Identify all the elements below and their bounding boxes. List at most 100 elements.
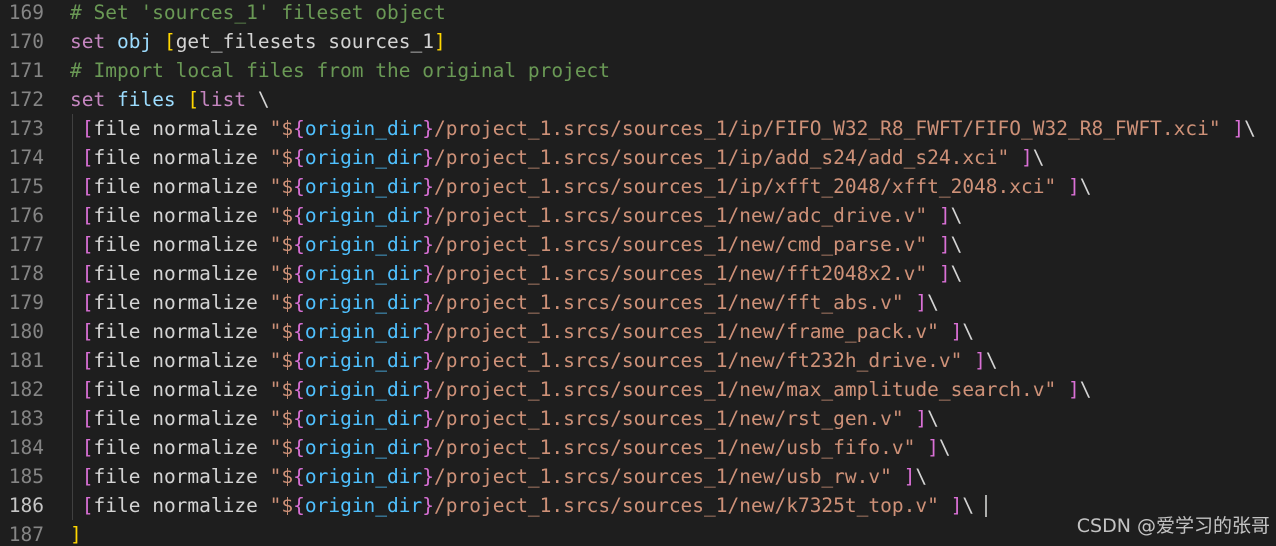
code-editor[interactable]: 169 # Set 'sources_1' fileset object 170 se… <box>0 0 1276 546</box>
code-token: " <box>1044 175 1068 198</box>
code-token: " <box>891 291 916 314</box>
code-text: [file normalize "${origin_dir}/project_1… <box>70 404 939 433</box>
code-token: \ <box>1032 146 1045 169</box>
code-token: " <box>269 378 282 401</box>
code-line[interactable]: 180 [file normalize "${origin_dir}/proje… <box>0 317 1276 346</box>
code-token: " <box>915 262 939 285</box>
code-token: " <box>269 117 282 140</box>
code-token: \ <box>257 88 270 111</box>
code-line[interactable]: 178 [file normalize "${origin_dir}/proje… <box>0 259 1276 288</box>
code-token: } <box>422 349 435 372</box>
code-token: file normalize <box>93 494 270 517</box>
code-token: " <box>997 146 1022 169</box>
text-cursor <box>985 495 987 517</box>
code-token: $ <box>281 117 294 140</box>
code-token: file normalize <box>93 146 270 169</box>
code-line[interactable]: 185 [file normalize "${origin_dir}/proje… <box>0 462 1276 491</box>
code-line[interactable]: 182 [file normalize "${origin_dir}/proje… <box>0 375 1276 404</box>
line-number: 171 <box>8 59 44 82</box>
code-line[interactable]: 176 [file normalize "${origin_dir}/proje… <box>0 201 1276 230</box>
code-token: $ <box>281 320 294 343</box>
code-token: " <box>269 494 282 517</box>
code-token: $ <box>281 494 294 517</box>
line-number: 170 <box>8 30 44 53</box>
code-line[interactable]: 172 set files [list \ <box>0 85 1276 114</box>
line-number: 169 <box>8 1 44 24</box>
code-token: [ <box>81 262 94 285</box>
file-path: /project_1.srcs/sources_1/new/cmd_parse.… <box>434 233 916 256</box>
code-text: [file normalize "${origin_dir}/project_1… <box>70 114 1256 143</box>
code-token: $ <box>281 233 294 256</box>
csdn-watermark: CSDN @爱学习的张哥 <box>1076 515 1270 537</box>
code-token: origin_dir <box>304 262 423 285</box>
code-token: } <box>422 146 435 169</box>
code-token: } <box>422 291 435 314</box>
code-token: { <box>293 291 305 314</box>
code-line[interactable]: 177 [file normalize "${origin_dir}/proje… <box>0 230 1276 259</box>
code-token: [ <box>81 494 94 517</box>
code-text: ] <box>70 520 82 546</box>
line-number: 179 <box>8 291 44 314</box>
code-text: # Set 'sources_1' fileset object <box>70 0 446 27</box>
code-token: [ <box>81 407 94 430</box>
code-token: file normalize <box>93 407 270 430</box>
code-token: ] <box>915 291 928 314</box>
line-number: 173 <box>8 117 44 140</box>
code-line[interactable]: 169 # Set 'sources_1' fileset object <box>0 0 1276 27</box>
code-token: { <box>293 407 305 430</box>
code-text: [file normalize "${origin_dir}/project_1… <box>70 346 998 375</box>
code-token: origin_dir <box>304 494 423 517</box>
code-token: { <box>293 117 305 140</box>
code-token: ] <box>938 262 951 285</box>
code-token: $ <box>281 465 294 488</box>
code-token: file normalize <box>93 204 270 227</box>
code-line[interactable]: 171 # Import local files from the origina… <box>0 56 1276 85</box>
code-token: { <box>293 146 305 169</box>
file-path: /project_1.srcs/sources_1/new/usb_rw.v <box>434 465 881 488</box>
code-token: ] <box>1067 378 1080 401</box>
code-text: [file normalize "${origin_dir}/project_1… <box>70 288 939 317</box>
code-token: file normalize <box>93 233 270 256</box>
code-token: \ <box>1079 378 1092 401</box>
code-line[interactable]: 175 [file normalize "${origin_dir}/proje… <box>0 172 1276 201</box>
code-token: set <box>70 30 117 53</box>
code-token: $ <box>281 436 294 459</box>
code-token: } <box>422 233 435 256</box>
code-line[interactable]: 183 [file normalize "${origin_dir}/proje… <box>0 404 1276 433</box>
code-line[interactable]: 181 [file normalize "${origin_dir}/proje… <box>0 346 1276 375</box>
code-token: " <box>880 465 904 488</box>
code-token: $ <box>281 175 294 198</box>
code-text: [file normalize "${origin_dir}/project_1… <box>70 491 974 520</box>
code-line[interactable]: 170 set obj [get_filesets sources_1] <box>0 27 1276 56</box>
code-token: [ <box>81 436 94 459</box>
code-token: { <box>293 436 305 459</box>
code-token: origin_dir <box>304 117 423 140</box>
code-token: ] <box>1067 175 1080 198</box>
code-line[interactable]: 174 [file normalize "${origin_dir}/proje… <box>0 143 1276 172</box>
code-token: [ <box>81 117 94 140</box>
code-token: " <box>269 233 282 256</box>
code-token: " <box>269 291 282 314</box>
code-line[interactable]: 179 [file normalize "${origin_dir}/proje… <box>0 288 1276 317</box>
code-token: origin_dir <box>304 407 423 430</box>
code-token: \ <box>962 320 975 343</box>
code-token: file normalize <box>93 320 270 343</box>
code-token: obj <box>116 30 164 53</box>
code-line[interactable]: 173 [file normalize "${origin_dir}/proje… <box>0 114 1276 143</box>
code-token: } <box>422 117 435 140</box>
code-token: \ <box>938 436 951 459</box>
code-token: origin_dir <box>304 349 423 372</box>
code-token: " <box>915 233 939 256</box>
code-token: $ <box>281 146 294 169</box>
file-path: /project_1.srcs/sources_1/new/fft2048x2.… <box>434 262 916 285</box>
code-token: list <box>199 88 258 111</box>
code-token: " <box>269 436 282 459</box>
file-path: /project_1.srcs/sources_1/ip/xfft_2048/x… <box>434 175 1045 198</box>
code-token: [ <box>81 378 94 401</box>
code-line[interactable]: 184 [file normalize "${origin_dir}/proje… <box>0 433 1276 462</box>
